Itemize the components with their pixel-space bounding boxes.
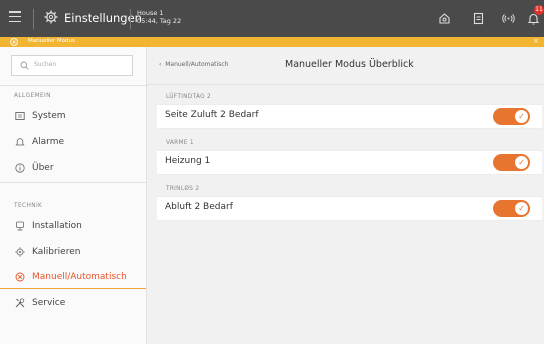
sidebar-item-label: Alarme: [32, 137, 65, 147]
section-header-technical: TECHNIK: [14, 203, 43, 209]
list-item: Seite Zuluft 2 Bedarf ✓: [157, 104, 542, 129]
home-icon[interactable]: [438, 12, 451, 25]
check-icon: ✓: [515, 110, 528, 123]
search-input[interactable]: Suchen: [11, 55, 133, 76]
sidebar-item-label: Installation: [32, 221, 82, 231]
group-label: VARME 1: [166, 140, 194, 146]
mode-bar-label: Manueller Modus: [28, 38, 75, 44]
breadcrumb-label: Manuell/Automatisch: [165, 61, 229, 68]
toggle-switch[interactable]: ✓: [493, 108, 530, 125]
divider: [0, 182, 146, 183]
active-indicator: [0, 287, 146, 289]
divider: [33, 9, 34, 29]
sidebar-item-kalibrieren[interactable]: Kalibrieren: [0, 241, 146, 265]
list-item: Heizung 1 ✓: [157, 150, 542, 175]
info-icon: [15, 163, 25, 173]
menu-icon[interactable]: [9, 11, 21, 23]
document-icon[interactable]: [472, 12, 485, 25]
row-label: Abluft 2 Bedarf: [165, 202, 233, 212]
sidebar-item-system[interactable]: System: [0, 105, 146, 129]
main-content: ‹ Manuell/Automatisch Manueller Modus Üb…: [147, 47, 544, 344]
divider: [130, 9, 131, 29]
signal-icon[interactable]: [502, 12, 515, 25]
tools-icon: [15, 298, 25, 308]
house-name: House 1: [137, 9, 164, 17]
toggle-switch[interactable]: ✓: [493, 154, 530, 171]
manual-mode-icon: [10, 38, 18, 46]
house-info[interactable]: House 1 05:44, Tag 22: [137, 9, 181, 25]
manual-auto-icon: [15, 272, 25, 282]
sidebar: Suchen ALLGEMEIN System Alarme Über TECH…: [0, 47, 147, 344]
installation-icon: [16, 221, 24, 231]
search-icon: [20, 61, 29, 70]
sidebar-item-label: Manuell/Automatisch: [32, 272, 127, 282]
row-label: Heizung 1: [165, 156, 211, 166]
sidebar-item-label: Kalibrieren: [32, 247, 81, 257]
top-bar: Einstellungen House 1 05:44, Tag 22 11: [0, 0, 544, 37]
breadcrumb[interactable]: ‹ Manuell/Automatisch: [159, 61, 228, 68]
house-status: 05:44, Tag 22: [137, 17, 182, 25]
bell-icon: [15, 138, 25, 146]
sidebar-item-alarme[interactable]: Alarme: [0, 131, 146, 155]
toggle-switch[interactable]: ✓: [493, 200, 530, 217]
sidebar-item-label: System: [32, 111, 66, 121]
sidebar-item-service[interactable]: Service: [0, 292, 146, 316]
sidebar-item-label: Service: [32, 298, 66, 308]
close-icon[interactable]: ×: [533, 37, 539, 45]
sidebar-item-uber[interactable]: Über: [0, 157, 146, 181]
row-label: Seite Zuluft 2 Bedarf: [165, 110, 259, 120]
calibrate-icon: [15, 247, 25, 257]
gear-icon: [44, 10, 58, 24]
mode-bar: Manueller Modus ×: [0, 37, 544, 47]
system-icon: [15, 112, 25, 120]
section-header-general: ALLGEMEIN: [14, 93, 51, 99]
sidebar-item-installation[interactable]: Installation: [0, 215, 146, 239]
divider: [0, 85, 146, 86]
list-item: Abluft 2 Bedarf ✓: [157, 196, 542, 221]
check-icon: ✓: [515, 156, 528, 169]
page-title: Manueller Modus Überblick: [285, 59, 414, 70]
notification-badge: 11: [534, 5, 544, 15]
sidebar-item-manuell-automatisch[interactable]: Manuell/Automatisch: [0, 266, 146, 290]
group-label: TRINLØS 2: [166, 186, 200, 192]
group-label: LÜFTINDTAG 2: [166, 94, 212, 100]
check-icon: ✓: [515, 202, 528, 215]
sidebar-item-label: Über: [32, 163, 54, 173]
search-placeholder: Suchen: [34, 61, 57, 68]
divider: [147, 84, 544, 85]
